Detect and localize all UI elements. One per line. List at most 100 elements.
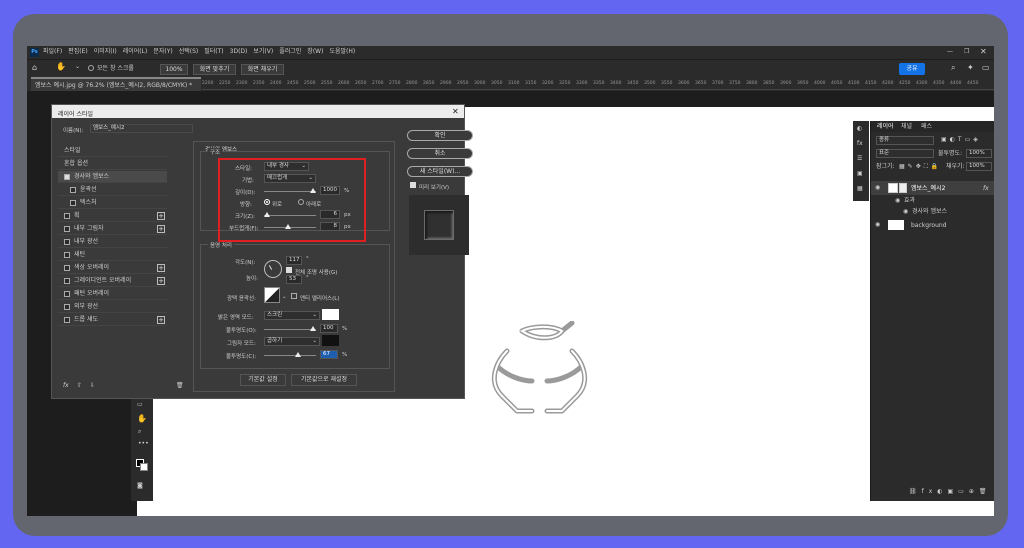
fx-panel-icon[interactable]: fx [857,141,863,147]
search-icon[interactable]: ⌕ [951,64,955,72]
set-default-button[interactable]: 기본값 설정 [240,374,286,386]
highlight-opacity-field[interactable]: 100 [320,324,338,333]
style-list-item[interactable]: 그레이디언트 오버레이 + [58,275,167,287]
share-button[interactable]: 공유 [899,63,925,75]
preview-checkbox[interactable] [410,182,416,188]
menu-item[interactable]: 도움말(H) [329,49,355,55]
layer-fx-badge[interactable]: fx [983,186,989,192]
menu-item[interactable]: 레이어(L) [123,49,148,55]
document-tab[interactable]: 엠보스 예시.jpg @ 76.2% (엠보스_예시2, RGB/8/CMYK)… [31,77,201,91]
hand-tool-icon[interactable]: ✋ [56,63,66,71]
angle-dial[interactable] [264,260,282,278]
highlight-opacity-knob[interactable] [310,326,316,331]
style-list-item[interactable]: 외부 광선 [58,301,167,313]
style-checkbox[interactable] [70,187,76,193]
angle-field[interactable]: 117 [286,256,302,265]
highlight-mode-select[interactable]: 스크린 ⌄ [264,311,320,320]
add-style-icon[interactable]: + [157,225,165,233]
style-list-item[interactable]: 획 + [58,210,167,222]
add-style-icon[interactable]: + [157,212,165,220]
style-checkbox[interactable] [64,239,70,245]
grid-panel-icon[interactable]: ▦ [857,186,863,192]
add-style-icon[interactable]: + [157,264,165,272]
antialias-checkbox[interactable] [291,293,297,299]
style-list-item[interactable]: 혼합 옵션 [58,158,167,170]
style-checkbox[interactable] [64,213,70,219]
new-style-button[interactable]: 새 스타일(W)... [407,166,473,177]
zoom-tool-icon[interactable]: ⌕ [138,429,141,435]
cancel-button[interactable]: 취소 [407,148,473,159]
add-style-icon[interactable]: + [157,316,165,324]
style-list-item[interactable]: 스타일 [58,145,167,157]
shadow-mode-select[interactable]: 곱하기 ⌄ [264,337,320,346]
menu-item[interactable]: 파일(F) [43,49,62,55]
menu-item[interactable]: 플러그인 [279,49,301,55]
global-light-checkbox[interactable] [286,267,292,273]
layer-footer-icons[interactable]: ⛓fx◐▣▭⊕🗑 [909,489,992,495]
layer-row-background[interactable]: ◉ background [871,218,994,232]
style-list-item[interactable]: 내부 광선 [58,236,167,248]
style-list-item[interactable]: 텍스처 [58,197,167,209]
tab-channels[interactable]: 채널 [901,124,912,130]
quick-mask-icon[interactable]: ◙ [137,483,143,489]
layer-filter-icons[interactable]: ▣◐T▭◈ [941,137,981,143]
ok-button[interactable]: 확인 [407,130,473,141]
style-checkbox[interactable] [64,304,70,310]
fill-field[interactable]: 100% [966,162,992,171]
close-window-icon[interactable]: ✕ [980,48,987,56]
chevron-down-icon[interactable]: ⌄ [75,64,80,70]
move-down-icon[interactable]: ⇩ [90,383,95,389]
more-tools-icon[interactable]: ••• [138,441,149,447]
fit-screen-button[interactable]: 화면 맞추기 [193,64,236,75]
gloss-contour-swatch[interactable] [264,287,280,303]
sparkle-icon[interactable]: ✦ [967,64,974,72]
highlight-opacity-slider[interactable] [264,329,316,330]
blend-mode-select[interactable]: 표준 [876,149,934,158]
style-checkbox[interactable] [64,291,70,297]
tab-paths[interactable]: 패스 [921,124,932,130]
move-up-icon[interactable]: ⇧ [77,383,82,389]
adjust-panel-icon[interactable]: ☰ [857,156,862,162]
shadow-opacity-knob[interactable] [295,352,301,357]
delete-icon[interactable]: 🗑 [176,383,184,389]
style-checkbox[interactable] [64,265,70,271]
hand-tool-icon-2[interactable]: ✋ [137,415,147,423]
style-checkbox[interactable] [70,200,76,206]
altitude-field[interactable]: 53 [286,275,302,284]
menu-item[interactable]: 3D(D) [230,49,248,55]
menu-item[interactable]: 편집(E) [68,49,88,55]
add-style-icon[interactable]: + [157,277,165,285]
image-panel-icon[interactable]: ▣ [857,171,863,177]
style-checkbox[interactable] [64,317,70,323]
layer-kind-select[interactable]: 종류 [876,136,934,145]
maximize-icon[interactable]: ❐ [964,49,969,55]
style-checkbox[interactable] [64,226,70,232]
effects-eye-icon[interactable]: ◉ [895,198,900,204]
background-color-swatch[interactable] [140,463,148,471]
layer-effects-row[interactable]: ◉ 효과 [871,195,994,206]
chevron-down-icon[interactable]: ⌄ [282,294,287,300]
lock-icons[interactable]: ▦✎✥⛶🔒 [899,164,941,170]
color-panel-icon[interactable]: ◐ [857,126,862,132]
home-icon[interactable]: ⌂ [32,64,37,72]
fx-icon[interactable]: fx [63,383,69,389]
style-checkbox[interactable] [64,252,70,258]
bg-eye-icon[interactable]: ◉ [875,222,880,228]
shadow-opacity-slider[interactable] [264,355,316,356]
minimize-icon[interactable]: — [947,49,953,55]
visibility-eye-icon[interactable]: ◉ [875,185,880,191]
shadow-color-swatch[interactable] [322,335,339,346]
style-list-item[interactable]: 경사와 엠보스 [58,171,167,183]
name-field[interactable]: 엠보스_예시2 [90,124,193,133]
style-list-item[interactable]: 드롭 섀도 + [58,314,167,326]
reset-default-button[interactable]: 기본값으로 재설정 [291,374,357,386]
dialog-close-icon[interactable]: ✕ [452,107,459,116]
style-list-item[interactable]: 패턴 오버레이 [58,288,167,300]
opacity-field[interactable]: 100% [966,149,992,158]
style-list-item[interactable]: 내부 그림자 + [58,223,167,235]
menu-item[interactable]: 창(W) [307,49,323,55]
tab-layers[interactable]: 레이어 [877,124,894,130]
style-checkbox[interactable] [64,278,70,284]
highlight-color-swatch[interactable] [322,309,339,320]
menu-item[interactable]: 보기(V) [253,49,273,55]
